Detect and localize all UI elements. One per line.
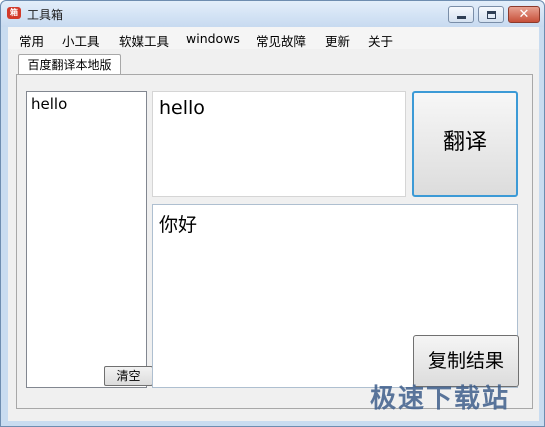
menu-item-common[interactable]: 常用 <box>19 31 44 50</box>
menu-item-update[interactable]: 更新 <box>325 31 350 50</box>
watermark-logo: 极速下载站 <box>370 384 511 414</box>
tab-panel: hello 清空 hello 翻译 你好 复制结果 <box>16 74 533 409</box>
close-button[interactable]: ✕ <box>508 6 540 23</box>
menu-item-about[interactable]: 关于 <box>368 31 393 50</box>
maximize-icon <box>487 11 496 19</box>
menu-item-common-faults[interactable]: 常见故障 <box>256 31 306 50</box>
menu-item-small-tools[interactable]: 小工具 <box>62 31 100 50</box>
toolbox-icon: 箱 <box>7 7 21 19</box>
result-text-output[interactable]: 你好 复制结果 <box>152 204 519 388</box>
source-text-input[interactable]: hello <box>152 91 406 197</box>
minimize-button[interactable] <box>448 6 474 23</box>
app-window: 箱 工具箱 ✕ 常用 小工具 软媒工具 windows 常见故障 更新 关于 百… <box>0 0 545 427</box>
close-icon: ✕ <box>518 7 530 22</box>
source-text-value: hello <box>159 97 205 119</box>
list-item[interactable]: hello <box>31 95 67 113</box>
window-title: 工具箱 <box>27 8 64 22</box>
menu-item-windows[interactable]: windows <box>186 31 240 46</box>
clear-button[interactable]: 清空 <box>104 366 153 386</box>
maximize-button[interactable] <box>478 6 504 23</box>
title-bar[interactable]: 箱 工具箱 ✕ <box>1 1 544 27</box>
result-text-value: 你好 <box>159 214 198 236</box>
client-area: 常用 小工具 软媒工具 windows 常见故障 更新 关于 百度翻译本地版 h… <box>8 27 539 421</box>
tab-baidu-translate[interactable]: 百度翻译本地版 <box>18 54 121 75</box>
history-list[interactable]: hello 清空 <box>26 91 153 388</box>
menu-bar: 常用 小工具 软媒工具 windows 常见故障 更新 关于 <box>8 27 539 49</box>
translate-button[interactable]: 翻译 <box>412 91 518 197</box>
menu-item-ruanmei-tools[interactable]: 软媒工具 <box>119 31 169 50</box>
minimize-icon <box>457 16 466 19</box>
